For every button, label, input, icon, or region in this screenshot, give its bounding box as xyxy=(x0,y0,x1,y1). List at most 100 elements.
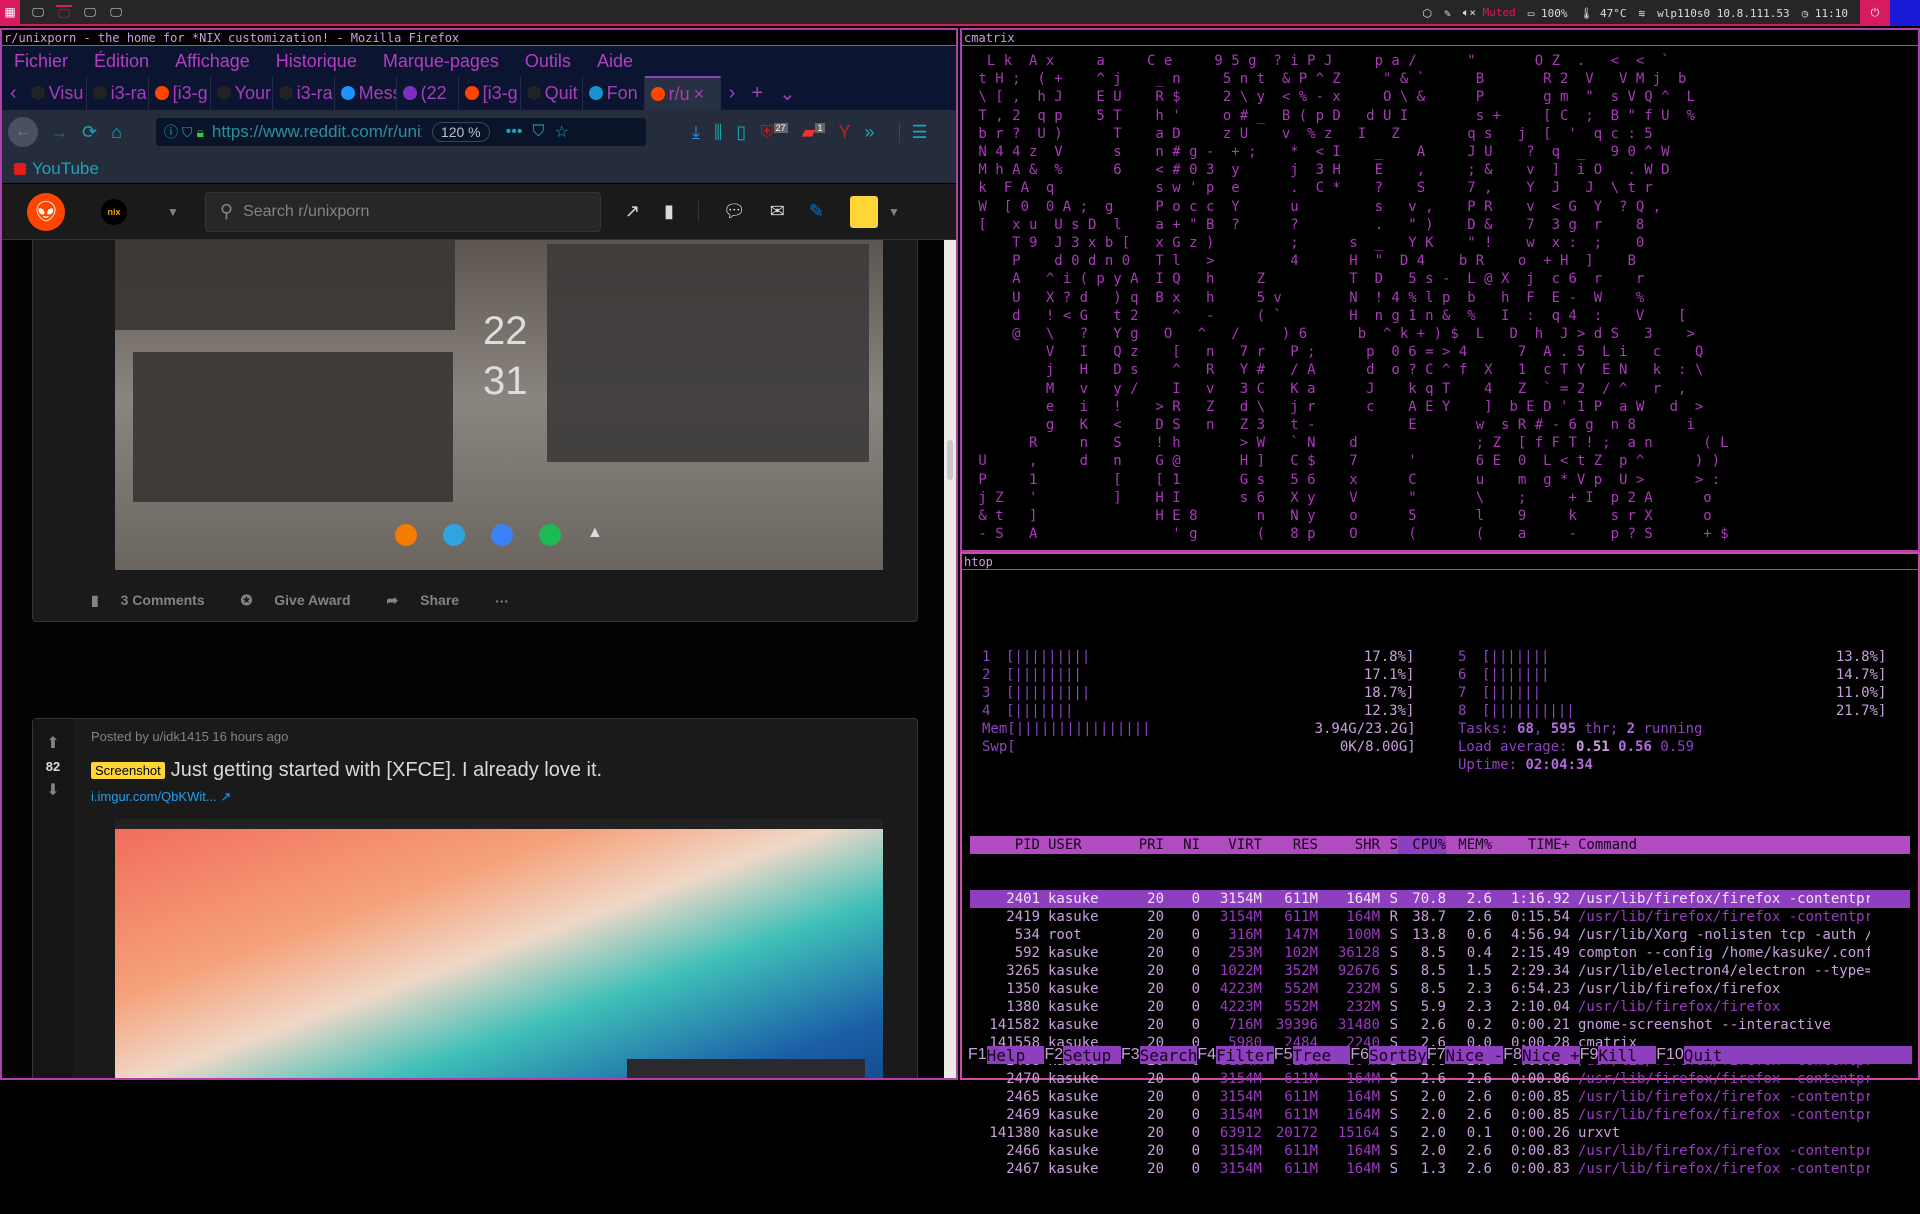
search-input[interactable]: ⚲ Search r/unixporn xyxy=(204,191,601,232)
fkey-F2[interactable]: F2 xyxy=(1044,1046,1064,1064)
reload-button[interactable]: ⟳ xyxy=(82,122,97,143)
pocket-icon[interactable]: ⛉ xyxy=(532,123,544,141)
app-menu-button[interactable]: ▦ xyxy=(0,0,20,25)
fkey-F4[interactable]: F4 xyxy=(1197,1046,1217,1064)
column-header-mem[interactable]: MEM% xyxy=(1446,836,1492,854)
process-row[interactable]: 2469 kasuke 20 0 3154M 611M 164M S 2.0 2.6 0:00.85… xyxy=(970,1106,1910,1124)
process-row[interactable]: 141380 kasuke 20 0 63912 20172 15164 S 2.0 0.1 0:0… xyxy=(970,1124,1910,1142)
fkey-F9[interactable]: F9 xyxy=(1579,1046,1599,1064)
post-meta[interactable]: Posted by u/idk1415 16 hours ago xyxy=(91,729,288,744)
workspace-1[interactable]: 🖵︎ xyxy=(30,5,46,19)
column-header-ni[interactable]: NI xyxy=(1164,836,1200,854)
tab-4[interactable]: i3-ra xyxy=(273,76,335,110)
scrollbar-thumb[interactable] xyxy=(947,440,953,480)
more-options-button[interactable]: ··· xyxy=(495,593,509,609)
give-award-button[interactable]: ✪ Give Award xyxy=(241,592,369,609)
column-header-cmd[interactable]: Command xyxy=(1570,836,1870,854)
fkey-label[interactable]: Quit xyxy=(1683,1046,1723,1065)
fkey-label[interactable]: Nice - xyxy=(1445,1046,1504,1065)
fkey-F3[interactable]: F3 xyxy=(1120,1046,1140,1064)
post-title[interactable]: Just getting started with [XFCE]. I alre… xyxy=(171,759,602,782)
power-button[interactable]: ⏻ xyxy=(1860,0,1890,26)
user-dropdown-icon[interactable]: ▼ xyxy=(888,205,900,219)
fkey-F1[interactable]: F1 xyxy=(968,1046,987,1064)
fkey-label[interactable]: Kill xyxy=(1598,1046,1657,1065)
fkey-F7[interactable]: F7 xyxy=(1426,1046,1446,1064)
fkey-F5[interactable]: F5 xyxy=(1273,1046,1293,1064)
overflow-menu-icon[interactable]: » xyxy=(865,122,875,143)
new-tab-button[interactable]: + xyxy=(743,82,771,105)
fkey-label[interactable]: SortBy xyxy=(1369,1046,1427,1065)
tab-5[interactable]: Mess xyxy=(335,76,397,110)
process-row[interactable]: 592 kasuke 20 0 253M 102M 36128 S 8.5 0.4 2:15.49 c… xyxy=(970,944,1910,962)
column-header-res[interactable]: RES xyxy=(1262,836,1318,854)
avatar[interactable] xyxy=(849,195,878,228)
process-row[interactable]: 2467 kasuke 20 0 3154M 611M 164M S 1.3 2.6 0:00.83… xyxy=(970,1160,1910,1178)
workspace-3[interactable]: 🖵︎ xyxy=(82,5,98,19)
url-bar[interactable]: ⓘ ⛉ 🔒︎ https://www.reddit.com/r/unixporn… xyxy=(155,118,646,146)
tracking-shield-icon[interactable]: ⛉ xyxy=(182,124,193,141)
menu-3[interactable]: Historique xyxy=(276,51,357,72)
downloads-icon[interactable]: ⤓ xyxy=(692,122,700,143)
extension-icon[interactable]: ▰ 1 xyxy=(802,122,825,143)
forward-button[interactable]: → xyxy=(50,122,68,143)
mail-icon[interactable]: ✉ xyxy=(770,201,785,222)
column-header-shr[interactable]: SHR xyxy=(1318,836,1380,854)
comments-button[interactable]: ▮ 3 Comments xyxy=(91,592,223,609)
upvote-icon[interactable]: ⬆ xyxy=(46,733,59,753)
ublock-icon[interactable]: ⛨ 27 xyxy=(760,122,788,143)
fkey-F10[interactable]: F10 xyxy=(1656,1046,1684,1064)
back-button[interactable]: ← xyxy=(8,117,38,147)
hamburger-menu-icon[interactable]: ☰ xyxy=(898,121,928,143)
downvote-icon[interactable]: ⬇ xyxy=(46,780,59,800)
post-card[interactable]: 22 31 ▲ ▮ 3 Comments ✪ Give Award ➦ Shar… xyxy=(32,240,918,622)
share-button[interactable]: ➦ Share xyxy=(387,592,478,609)
info-icon[interactable]: ⓘ xyxy=(164,122,178,142)
tab-8[interactable]: Quit xyxy=(521,76,583,110)
url-text[interactable]: https://www.reddit.com/r/unixporn xyxy=(212,122,422,142)
cmatrix-terminal[interactable]: cmatrix L k A x a C e 9 5 g ? i P J p a … xyxy=(960,28,1920,552)
process-row[interactable]: 1350 kasuke 20 0 4223M 552M 232M S 8.5 2.3 6:54.23… xyxy=(970,980,1910,998)
workspace-2[interactable]: 🖵︎ xyxy=(56,5,72,20)
home-button[interactable]: ⌂ xyxy=(111,122,122,143)
column-header-s[interactable]: S xyxy=(1380,836,1398,854)
tab-9[interactable]: Fon xyxy=(583,76,645,110)
sidebar-icon[interactable]: ▯ xyxy=(736,122,746,143)
library-icon[interactable]: ⫼ xyxy=(714,122,722,143)
menu-5[interactable]: Outils xyxy=(525,51,571,72)
process-row[interactable]: 2401 kasuke 20 0 3154M 611M 164M S 70.8 2.6 1:16.9… xyxy=(970,890,1910,908)
process-row[interactable]: 2419 kasuke 20 0 3154M 611M 164M R 38.7 2.6 0:15.5… xyxy=(970,908,1910,926)
column-header-pid[interactable]: PID xyxy=(970,836,1040,854)
tab-0[interactable]: Visu xyxy=(25,76,87,110)
community-dropdown-icon[interactable]: ▼ xyxy=(167,205,179,219)
process-row[interactable]: 2466 kasuke 20 0 3154M 611M 164M S 2.0 2.6 0:00.83… xyxy=(970,1142,1910,1160)
leaderboard-icon[interactable]: ▮ xyxy=(664,201,674,222)
tab-7[interactable]: [i3-g xyxy=(459,76,521,110)
list-all-tabs-button[interactable]: ⌄ xyxy=(771,81,804,106)
column-header-virt[interactable]: VIRT xyxy=(1200,836,1262,854)
column-header-user[interactable]: USER xyxy=(1040,836,1120,854)
tab-6[interactable]: (22 xyxy=(397,76,459,110)
close-tab-icon[interactable]: × xyxy=(694,84,705,105)
post-link[interactable]: i.imgur.com/QbKWit... ↗ xyxy=(91,789,231,805)
tab-3[interactable]: Your xyxy=(211,76,273,110)
yandex-icon[interactable]: Y xyxy=(839,122,851,143)
chat-icon[interactable]: 💬︎ xyxy=(697,201,746,222)
zoom-indicator[interactable]: 120 % xyxy=(431,122,490,142)
tab-2[interactable]: [i3-g xyxy=(149,76,211,110)
lock-icon[interactable]: 🔒︎ xyxy=(196,124,203,141)
fkey-F6[interactable]: F6 xyxy=(1350,1046,1370,1064)
fkey-label[interactable]: Setup xyxy=(1063,1046,1121,1065)
column-header-pri[interactable]: PRI xyxy=(1120,836,1164,854)
process-row[interactable]: 534 root 20 0 316M 147M 100M S 13.8 0.6 4:56.94/us… xyxy=(970,926,1910,944)
fkey-label[interactable]: Help xyxy=(986,1046,1045,1065)
bookmark-youtube[interactable]: YouTube xyxy=(32,159,99,179)
subreddit-icon[interactable]: nix xyxy=(101,198,127,225)
process-row[interactable]: 1380 kasuke 20 0 4223M 552M 232M S 5.9 2.3 2:10.04… xyxy=(970,998,1910,1016)
process-row[interactable]: 141582 kasuke 20 0 716M 39396 31480 S 2.6 0.2 0:00… xyxy=(970,1016,1910,1034)
process-row[interactable]: 2465 kasuke 20 0 3154M 611M 164M S 2.0 2.6 0:00.85… xyxy=(970,1088,1910,1106)
process-row[interactable]: 3265 kasuke 20 0 1022M 352M 92676 S 8.5 1.5 2:29.3… xyxy=(970,962,1910,980)
process-row[interactable]: 2470 kasuke 20 0 3154M 611M 164M S 2.6 2.6 0:00.86… xyxy=(970,1070,1910,1088)
page-actions-icon[interactable]: ••• xyxy=(506,123,523,141)
scroll-tabs-right-button[interactable]: › xyxy=(721,82,744,105)
